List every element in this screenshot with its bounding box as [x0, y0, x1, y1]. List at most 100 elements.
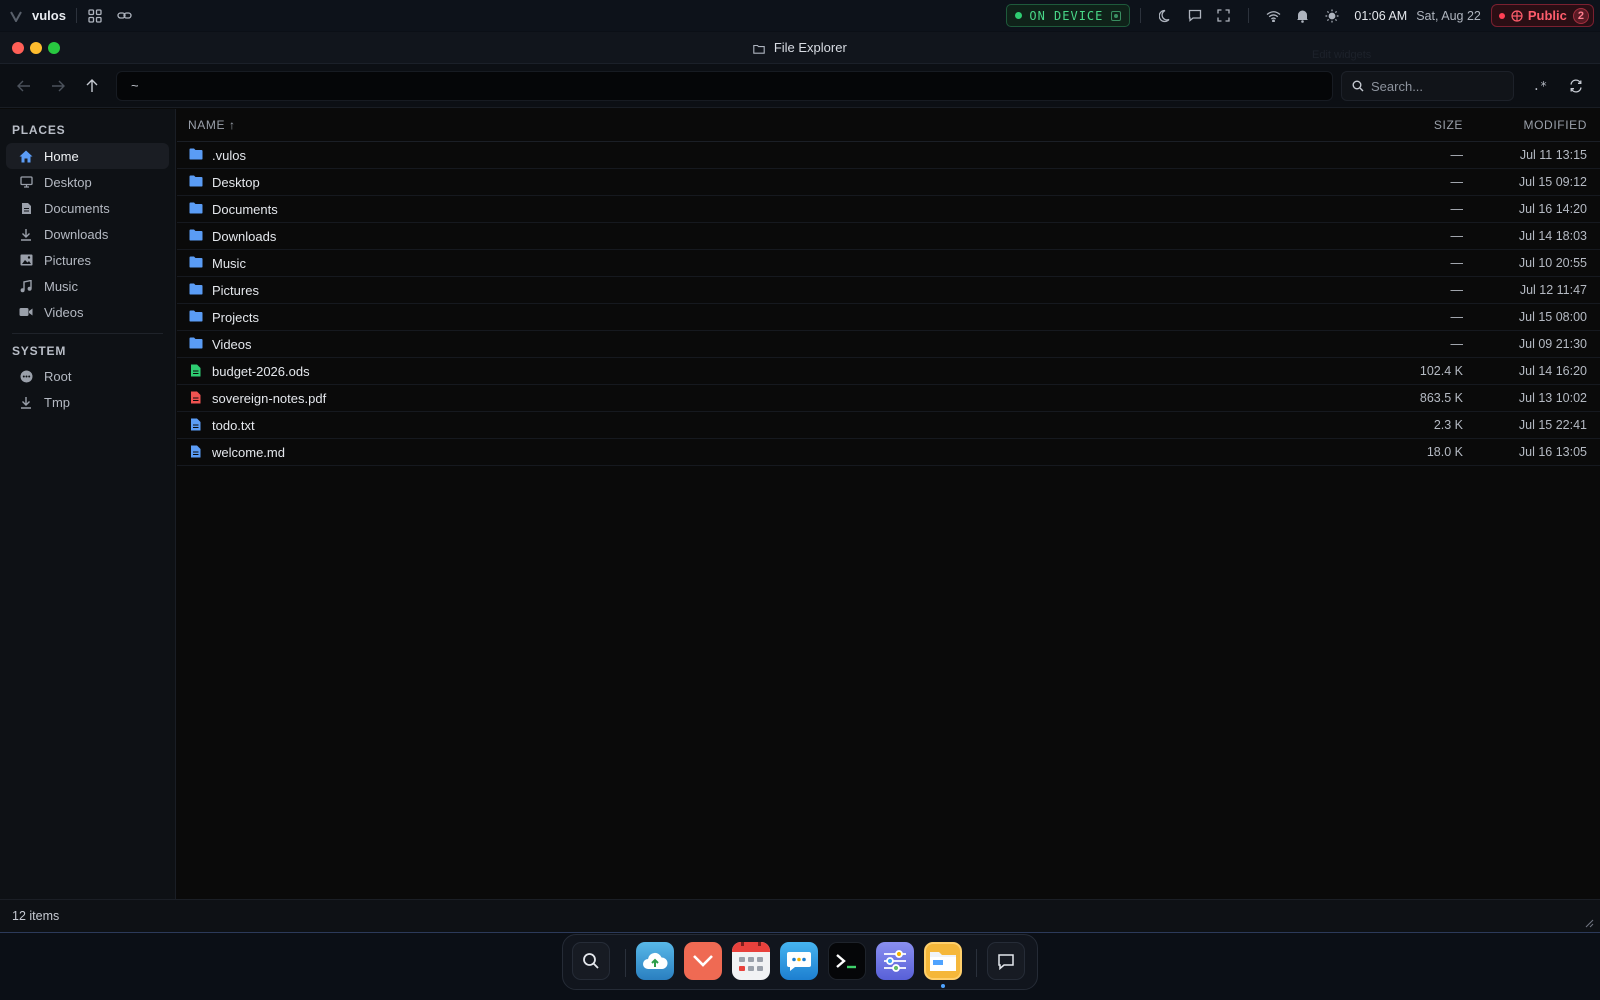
brightness-button[interactable] — [1317, 4, 1346, 27]
mail-icon — [693, 955, 713, 967]
dock-files[interactable] — [924, 942, 962, 980]
back-button[interactable] — [12, 74, 36, 98]
table-row[interactable]: todo.txt 2.3 K Jul 15 22:41 — [177, 412, 1600, 439]
folder-icon — [189, 283, 203, 297]
search-icon — [1352, 80, 1364, 92]
sidebar-item-videos[interactable]: Videos — [6, 299, 169, 325]
file-name: Desktop — [212, 175, 260, 190]
clock[interactable]: 01:06 AM — [1354, 9, 1407, 23]
table-row[interactable]: Desktop — Jul 15 09:12 — [177, 169, 1600, 196]
regex-toggle-button[interactable]: .* — [1528, 74, 1552, 98]
table-row[interactable]: Documents — Jul 16 14:20 — [177, 196, 1600, 223]
sidebar-item-label: Root — [44, 368, 72, 384]
file-modified: Jul 09 21:30 — [1518, 337, 1587, 351]
file-modified: Jul 14 18:03 — [1518, 229, 1587, 243]
arrow-left-icon — [17, 80, 30, 92]
forward-button[interactable] — [46, 74, 70, 98]
image-icon — [18, 252, 34, 268]
table-row[interactable]: .vulos — Jul 11 13:15 — [177, 142, 1600, 169]
file-size: — — [1450, 202, 1464, 216]
folder-icon — [189, 175, 203, 189]
sidebar-item-documents[interactable]: Documents — [6, 195, 169, 221]
file-size: 18.0 K — [1426, 445, 1463, 459]
folder-icon — [189, 256, 203, 270]
table-row[interactable]: welcome.md 18.0 K Jul 16 13:05 — [177, 439, 1600, 466]
table-row[interactable]: Projects — Jul 15 08:00 — [177, 304, 1600, 331]
wifi-button[interactable] — [1259, 4, 1288, 27]
calendar-icon — [732, 942, 770, 971]
sun-icon — [1325, 9, 1339, 22]
table-row[interactable]: Downloads — Jul 14 18:03 — [177, 223, 1600, 250]
topbar-divider — [75, 8, 77, 23]
resize-grip-icon[interactable] — [1582, 916, 1594, 928]
dock-divider — [976, 949, 977, 977]
sidebar-item-root[interactable]: Root — [6, 363, 169, 389]
sidebar-item-desktop[interactable]: Desktop — [6, 169, 169, 195]
window-title-label: File Explorer — [773, 40, 847, 55]
dock-mail[interactable] — [684, 942, 722, 980]
dock-cloud-upload[interactable] — [636, 942, 674, 980]
file-modified: Jul 11 13:15 — [1519, 148, 1587, 162]
dock-terminal[interactable] — [828, 942, 866, 980]
table-row[interactable]: Music — Jul 10 20:55 — [177, 250, 1600, 277]
sidebar-item-home[interactable]: Home — [6, 143, 169, 169]
dark-mode-button[interactable] — [1151, 4, 1180, 27]
device-status-pill[interactable]: ON DEVICE — [1006, 4, 1131, 27]
apps-grid-icon[interactable] — [87, 8, 103, 24]
music-icon — [18, 278, 34, 294]
file-size: 863.5 K — [1419, 391, 1463, 405]
dock-settings[interactable] — [876, 942, 914, 980]
dock-messages[interactable] — [987, 942, 1025, 980]
dock-calendar[interactable] — [732, 942, 770, 980]
up-directory-button[interactable] — [80, 74, 104, 98]
brand[interactable]: vulos — [8, 8, 66, 24]
search-input[interactable] — [1371, 78, 1501, 94]
settings-icon — [884, 950, 906, 972]
column-header-modified[interactable]: MODIFIED — [1524, 118, 1587, 132]
top-bar: vulos ON DEVICE 01:06 AM Sat, Aug 22 Pub… — [0, 0, 1600, 31]
column-header-name[interactable]: NAME ↑ — [188, 118, 236, 132]
folder-icon — [189, 337, 203, 351]
path-input[interactable]: ~ — [116, 71, 1333, 101]
file-name: todo.txt — [212, 418, 255, 433]
sidebar-item-pictures[interactable]: Pictures — [6, 247, 169, 273]
search-box[interactable] — [1341, 71, 1514, 101]
sidebar-item-label: Documents — [44, 200, 110, 216]
toolbar: ~ .* — [0, 64, 1600, 108]
chat-button[interactable] — [1180, 4, 1209, 27]
file-size: — — [1450, 337, 1464, 351]
sidebar-item-music[interactable]: Music — [6, 273, 169, 299]
topbar-divider — [1248, 8, 1250, 23]
sidebar-item-downloads[interactable]: Downloads — [6, 221, 169, 247]
link-icon[interactable] — [117, 8, 133, 24]
folder-icon — [189, 148, 203, 162]
network-visibility-pill[interactable]: Public 2 — [1490, 4, 1594, 27]
file-size: — — [1450, 175, 1464, 189]
dock-chat[interactable] — [780, 942, 818, 980]
terminal-icon — [836, 954, 856, 969]
sidebar-item-label: Desktop — [44, 174, 92, 190]
sidebar-item-label: Pictures — [44, 252, 91, 268]
file-modified: Jul 15 09:12 — [1518, 175, 1587, 189]
item-count: 12 items — [12, 909, 60, 923]
table-row[interactable]: sovereign-notes.pdf 863.5 K Jul 13 10:02 — [177, 385, 1600, 412]
sidebar-item-tmp[interactable]: Tmp — [6, 389, 169, 415]
file-modified: Jul 10 20:55 — [1518, 256, 1587, 270]
table-row[interactable]: Pictures — Jul 12 11:47 — [177, 277, 1600, 304]
column-header-size[interactable]: SIZE — [1434, 118, 1463, 132]
file-modified: Jul 15 22:41 — [1518, 418, 1587, 432]
notifications-button[interactable] — [1288, 4, 1317, 27]
file-modified: Jul 14 16:20 — [1518, 364, 1587, 378]
table-row[interactable]: Videos — Jul 09 21:30 — [177, 331, 1600, 358]
edit-widgets-hint[interactable]: Edit widgets — [1312, 49, 1371, 61]
folder-outline-icon — [753, 44, 765, 54]
fullscreen-button[interactable] — [1209, 4, 1238, 27]
status-dot-icon — [1015, 12, 1023, 19]
arrow-up-icon — [86, 79, 98, 92]
home-icon — [18, 148, 34, 164]
refresh-button[interactable] — [1564, 74, 1588, 98]
desktop-icon — [18, 174, 34, 190]
sidebar-item-label: Videos — [44, 304, 84, 320]
dock-search[interactable] — [572, 942, 610, 980]
table-row[interactable]: budget-2026.ods 102.4 K Jul 14 16:20 — [177, 358, 1600, 385]
